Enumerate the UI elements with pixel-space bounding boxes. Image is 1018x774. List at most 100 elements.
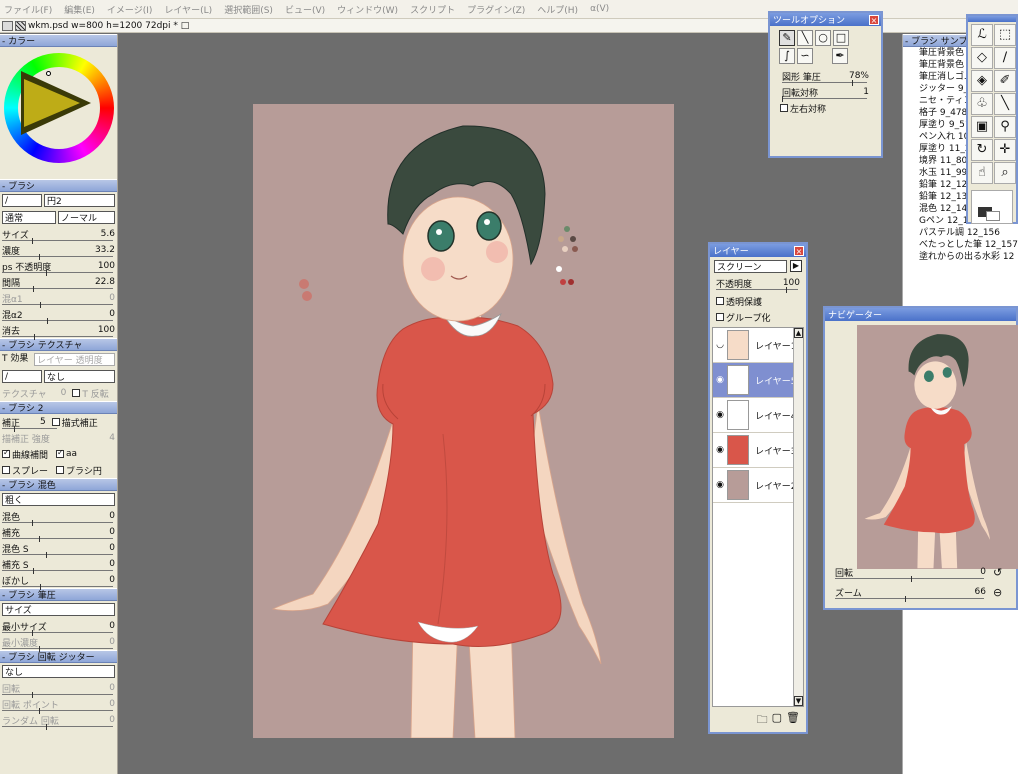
nav-zoom-row[interactable]: ズーム 66	[833, 584, 988, 602]
param-row[interactable]: 混α2 0	[0, 306, 117, 324]
param-row[interactable]: ぼかし 0	[0, 572, 117, 590]
zoom-icon[interactable]: ⌕	[994, 162, 1016, 184]
param-row[interactable]: 消去 100	[0, 322, 117, 340]
close-icon[interactable]: ×	[869, 14, 879, 25]
brush-type-field[interactable]: /	[2, 194, 42, 207]
param-row[interactable]: 最小サイズ 0	[0, 618, 117, 636]
blend-mode-arrow-icon[interactable]: ▶	[790, 260, 802, 272]
param-row[interactable]: 濃度 33.2	[0, 242, 117, 260]
drawing-canvas[interactable]	[253, 104, 674, 739]
rotate-icon[interactable]: ↻	[971, 139, 993, 161]
color-header[interactable]: - カラー	[0, 34, 117, 47]
rotation-symmetry-row[interactable]: 回転対称 1	[780, 84, 871, 102]
correction-strength-row[interactable]: 描補正 強度 4	[0, 430, 117, 446]
rotate-reset-icon[interactable]: ↺	[993, 566, 1002, 579]
eraser-tool-icon[interactable]: ◇	[971, 47, 993, 69]
brush-circle-checkbox[interactable]	[56, 466, 65, 474]
correction-row[interactable]: 補正 5 描式補正	[0, 414, 117, 432]
close-icon[interactable]: ×	[794, 245, 804, 256]
layer-scrollbar[interactable]: ▲ ▼	[793, 328, 803, 706]
hand-icon[interactable]: ☝	[971, 162, 993, 184]
new-folder-icon[interactable]: 🗀	[757, 711, 768, 730]
jitter-mode-select[interactable]: なし	[2, 665, 115, 678]
menu-item[interactable]: レイヤー(L)	[164, 3, 212, 16]
pen-tool-icon[interactable]: ✐	[994, 70, 1016, 92]
brush-pressure-header[interactable]: - ブラシ 筆圧	[0, 588, 117, 601]
spray-checkbox[interactable]	[2, 466, 10, 474]
curve-tool-icon[interactable]: ∫	[779, 48, 795, 64]
brush-tool-icon[interactable]: ∕	[994, 47, 1016, 69]
param-row[interactable]: 回転 ポイント 0	[0, 696, 117, 714]
brush-mix-header[interactable]: - ブラシ 混色	[0, 478, 117, 491]
blend-mode-select[interactable]: 通常	[2, 211, 56, 224]
menu-item[interactable]: ファイル(F)	[4, 3, 52, 16]
fill-bucket-icon[interactable]: ◈	[971, 70, 993, 92]
brush-texture-header[interactable]: - ブラシ テクスチャ	[0, 338, 117, 351]
menu-item[interactable]: α(V)	[590, 4, 609, 14]
menu-item[interactable]: 選択範囲(S)	[224, 3, 273, 16]
param-row[interactable]: サイズ 5.6	[0, 226, 117, 244]
eye-icon[interactable]: ◉	[713, 410, 727, 420]
layer-row[interactable]: ◉ レイヤー3	[713, 433, 797, 468]
brush-list-item[interactable]: べたっとした筆 12_157	[919, 239, 1018, 251]
eye-hidden-icon[interactable]: ◡	[713, 340, 727, 350]
stroke-tool-icon[interactable]: ╲	[994, 93, 1016, 115]
brush2-header[interactable]: - ブラシ 2	[0, 401, 117, 414]
menu-item[interactable]: プラグイン(Z)	[467, 3, 525, 16]
param-row[interactable]: 間隔 22.8	[0, 274, 117, 292]
group-checkbox[interactable]	[716, 313, 724, 321]
menu-item[interactable]: ビュー(V)	[285, 3, 325, 16]
brush-list-item[interactable]: 塗れからの出る水彩 12	[919, 251, 1018, 263]
paint-tool-icon[interactable]: ♧	[971, 93, 993, 115]
param-row[interactable]: 混色 0	[0, 508, 117, 526]
brush-mode-select[interactable]: ノーマル	[58, 211, 115, 224]
color-swatch-box[interactable]	[971, 190, 1013, 224]
rectangle-tool-icon[interactable]: □	[833, 30, 849, 46]
mirror-checkbox[interactable]	[780, 104, 788, 112]
layer-row[interactable]: ◡ レイヤー1	[713, 328, 797, 363]
menu-item[interactable]: 編集(E)	[64, 3, 95, 16]
param-row[interactable]: 混色 S 0	[0, 540, 117, 558]
pen-path-tool-icon[interactable]: ✒	[832, 48, 848, 64]
freehand-tool-icon[interactable]: ✎	[779, 30, 795, 46]
layer-opacity-row[interactable]: 不透明度 100	[714, 275, 802, 293]
aa-checkbox[interactable]	[56, 448, 65, 458]
brush-name-field[interactable]: 円2	[44, 194, 115, 207]
brush-jitter-header[interactable]: - ブラシ 回転 ジッター	[0, 650, 117, 663]
shape-pressure-row[interactable]: 図形 筆圧 78%	[780, 68, 871, 86]
new-layer-icon[interactable]: ▢	[772, 711, 782, 730]
param-row[interactable]: ランダム 回転 0	[0, 712, 117, 730]
pressure-mode-select[interactable]: サイズ	[2, 603, 115, 616]
param-row[interactable]: 最小濃度 0	[0, 634, 117, 652]
brush-header[interactable]: - ブラシ	[0, 179, 117, 192]
menu-item[interactable]: イメージ(I)	[107, 3, 153, 16]
protect-alpha-checkbox[interactable]	[716, 297, 724, 305]
marquee-tool-icon[interactable]: ⬚	[994, 24, 1016, 46]
param-row[interactable]: 補充 0	[0, 524, 117, 542]
layer-blend-mode-select[interactable]: スクリーン	[714, 260, 787, 273]
layer-row[interactable]: ◉ レイヤー2	[713, 468, 797, 503]
param-row[interactable]: 回転 0	[0, 680, 117, 698]
color-picker[interactable]	[0, 47, 117, 179]
brush-list-item[interactable]: パステル調 12_156	[919, 227, 1018, 239]
close-document-icon[interactable]	[15, 20, 26, 31]
mix-mode-select[interactable]: 粗く	[2, 493, 115, 506]
curve-checkbox[interactable]	[2, 448, 10, 458]
param-row[interactable]: 補充 S 0	[0, 556, 117, 574]
texture-row[interactable]: テクスチャ 0 T 反転	[0, 385, 117, 401]
texture-effect-select[interactable]: レイヤー 透明度	[34, 353, 115, 366]
move-icon[interactable]: ✛	[994, 139, 1016, 161]
layer-row[interactable]: ◉ レイヤー5	[713, 363, 797, 398]
param-row[interactable]: 混α1 0	[0, 290, 117, 308]
s-curve-tool-icon[interactable]: ∽	[797, 48, 813, 64]
menu-item[interactable]: ウィンドウ(W)	[337, 3, 398, 16]
zoom-out-icon[interactable]: ⊖	[993, 586, 1002, 599]
correction-checkbox[interactable]	[51, 418, 60, 426]
texture-reverse-checkbox[interactable]	[72, 389, 81, 397]
ellipse-tool-icon[interactable]: ○	[815, 30, 831, 46]
eye-icon[interactable]: ◉	[713, 480, 727, 490]
menu-item[interactable]: スクリプト	[410, 3, 455, 16]
eye-icon[interactable]: ◉	[713, 445, 727, 455]
nav-rotation-row[interactable]: 回転 0	[833, 564, 988, 582]
layer-row[interactable]: ◉ レイヤー4	[713, 398, 797, 433]
